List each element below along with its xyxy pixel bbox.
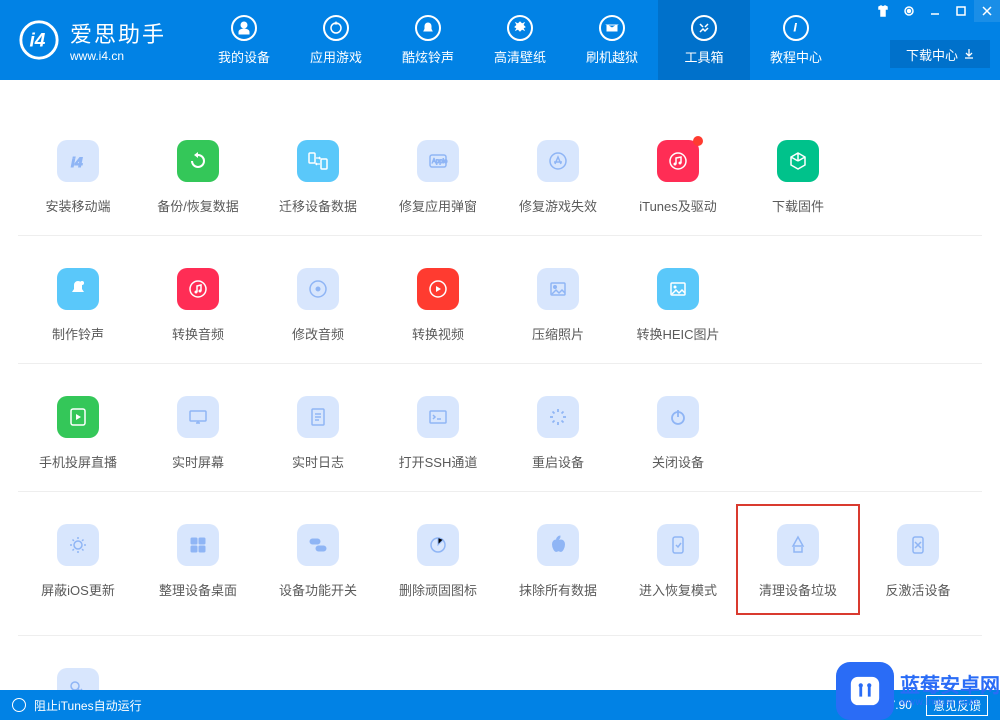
tool-appleid[interactable]: Apple ID修复应用弹窗 bbox=[378, 140, 498, 215]
header-tabs: 我的设备应用游戏酷炫铃声高清壁纸刷机越狱工具箱i教程中心 bbox=[198, 0, 842, 80]
svg-text:i4: i4 bbox=[71, 154, 83, 170]
app-subtitle: www.i4.cn bbox=[70, 49, 166, 63]
download-center-button[interactable]: 下载中心 bbox=[890, 40, 990, 68]
tool-bell[interactable]: 制作铃声 bbox=[18, 268, 138, 343]
tool-monitor[interactable]: 实时屏幕 bbox=[138, 396, 258, 471]
logo-icon: i4 bbox=[18, 19, 60, 61]
tab-2[interactable]: 酷炫铃声 bbox=[382, 0, 474, 80]
radio-icon bbox=[12, 698, 26, 712]
tool-power[interactable]: 关闭设备 bbox=[618, 396, 738, 471]
tab-3[interactable]: 高清壁纸 bbox=[474, 0, 566, 80]
logo: i4 爱思助手 www.i4.cn bbox=[18, 17, 198, 63]
settings-icon[interactable] bbox=[896, 0, 922, 22]
tool-screen[interactable]: 手机投屏直播 bbox=[18, 396, 138, 471]
minimize-icon[interactable] bbox=[922, 0, 948, 22]
svg-text:i4: i4 bbox=[29, 31, 45, 52]
tool-transfer[interactable]: 迁移设备数据 bbox=[258, 140, 378, 215]
tool-appstore[interactable]: 修复游戏失效 bbox=[498, 140, 618, 215]
app-title: 爱思助手 bbox=[70, 17, 166, 49]
tool-apple[interactable]: 抹除所有数据 bbox=[498, 524, 618, 615]
close-icon[interactable] bbox=[974, 0, 1000, 22]
tool-video[interactable]: 转换视频 bbox=[378, 268, 498, 343]
tool-log[interactable]: 实时日志 bbox=[258, 396, 378, 471]
tab-4[interactable]: 刷机越狱 bbox=[566, 0, 658, 80]
tool-pie[interactable]: 删除顽固图标 bbox=[378, 524, 498, 615]
tool-i4[interactable]: i4安装移动端 bbox=[18, 140, 138, 215]
tool-audio[interactable]: 转换音频 bbox=[138, 268, 258, 343]
download-icon bbox=[964, 49, 974, 59]
maximize-icon[interactable] bbox=[948, 0, 974, 22]
tool-ssh[interactable]: 打开SSH通道 bbox=[378, 396, 498, 471]
skin-icon[interactable] bbox=[870, 0, 896, 22]
tool-restore[interactable]: 备份/恢复数据 bbox=[138, 140, 258, 215]
footer-left[interactable]: 阻止iTunes自动运行 bbox=[12, 697, 142, 714]
tool-itunes[interactable]: iTunes及驱动 bbox=[618, 140, 738, 215]
tab-5[interactable]: 工具箱 bbox=[658, 0, 750, 80]
tool-image[interactable]: 压缩照片 bbox=[498, 268, 618, 343]
tool-cube[interactable]: 下载固件 bbox=[738, 140, 858, 215]
window-controls bbox=[870, 0, 1000, 22]
tool-recovery[interactable]: 进入恢复模式 bbox=[618, 524, 738, 615]
tool-clean[interactable]: 清理设备垃圾 bbox=[736, 504, 860, 615]
tool-key[interactable]: 访问限制 bbox=[18, 668, 138, 690]
tab-0[interactable]: 我的设备 bbox=[198, 0, 290, 80]
svg-text:i: i bbox=[794, 23, 797, 34]
watermark-icon bbox=[836, 662, 894, 720]
tool-grid: i4安装移动端备份/恢复数据迁移设备数据Apple ID修复应用弹窗修复游戏失效… bbox=[0, 80, 1000, 690]
tool-deactivate[interactable]: 反激活设备 bbox=[858, 524, 978, 615]
tool-toggles[interactable]: 设备功能开关 bbox=[258, 524, 378, 615]
tool-heic[interactable]: 转换HEIC图片 bbox=[618, 268, 738, 343]
watermark: 蓝莓安卓网 www.lmkjst.com bbox=[836, 662, 1000, 720]
header: i4 爱思助手 www.i4.cn 我的设备应用游戏酷炫铃声高清壁纸刷机越狱工具… bbox=[0, 0, 1000, 80]
tool-loader[interactable]: 重启设备 bbox=[498, 396, 618, 471]
svg-text:Apple ID: Apple ID bbox=[432, 159, 449, 165]
tab-1[interactable]: 应用游戏 bbox=[290, 0, 382, 80]
tool-grid[interactable]: 整理设备桌面 bbox=[138, 524, 258, 615]
tool-edit-audio[interactable]: 修改音频 bbox=[258, 268, 378, 343]
tool-gear[interactable]: 屏蔽iOS更新 bbox=[18, 524, 138, 615]
tab-6[interactable]: i教程中心 bbox=[750, 0, 842, 80]
